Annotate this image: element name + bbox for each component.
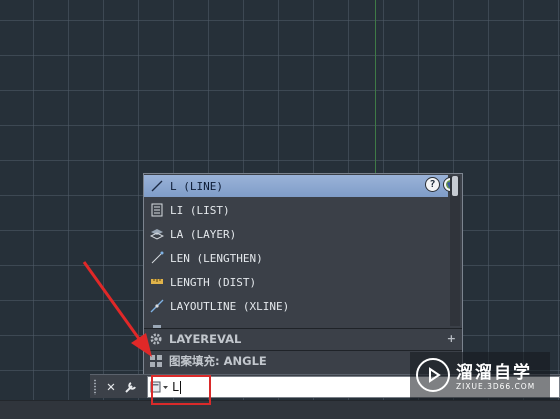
- watermark: 溜溜自学 ZIXUE.3D66.COM: [410, 352, 550, 400]
- watermark-brand: 溜溜自学: [456, 363, 532, 383]
- watermark-url: ZIXUE.3D66.COM: [456, 382, 536, 391]
- play-logo-icon: [416, 358, 450, 392]
- annotation-highlight-box: [151, 375, 211, 405]
